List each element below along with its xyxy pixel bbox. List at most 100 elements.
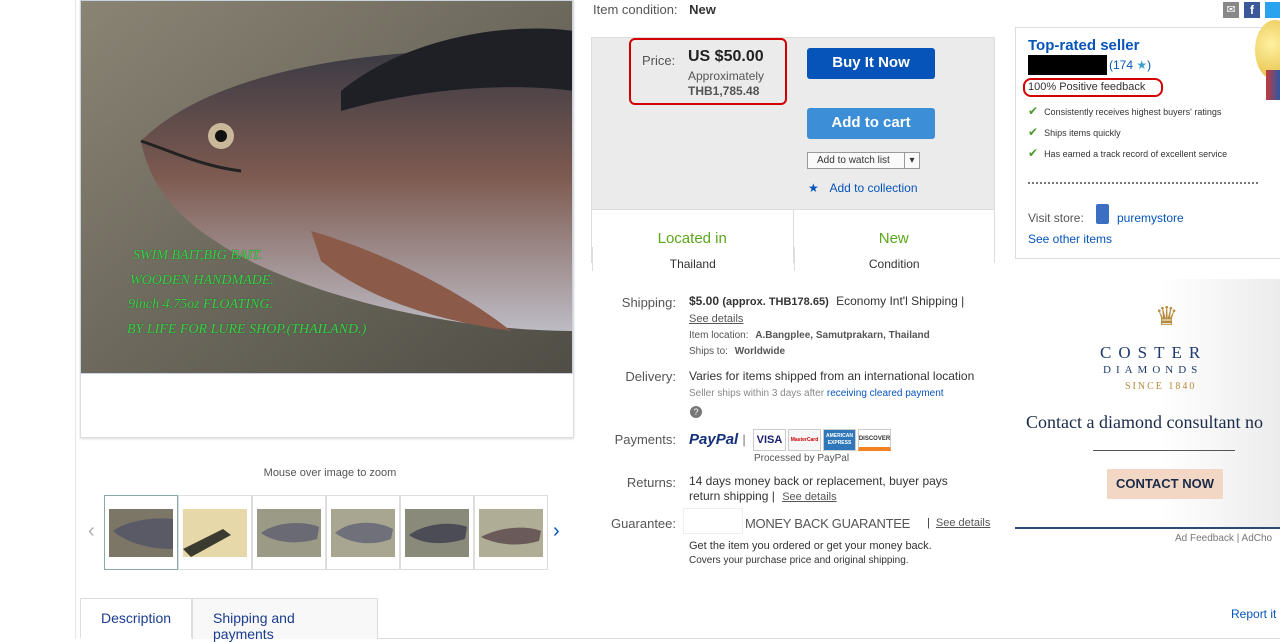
ad-divider bbox=[1093, 450, 1235, 451]
contact-now-button[interactable]: CONTACT NOW bbox=[1107, 469, 1223, 499]
condition-label: Item condition: bbox=[593, 2, 678, 17]
caption-line-3: 9inch 4.75oz FLOATING. bbox=[128, 297, 273, 312]
caption-line-1: SWIM BAIT,BIG BAIT. bbox=[133, 248, 263, 263]
buy-it-now-button[interactable]: Buy It Now bbox=[807, 48, 935, 79]
main-product-image[interactable] bbox=[80, 0, 573, 374]
located-in: Located in Thailand bbox=[592, 210, 793, 271]
guarantee-label: Guarantee: bbox=[610, 516, 676, 531]
thumbnail-6[interactable] bbox=[474, 495, 548, 570]
thumbnail-2[interactable] bbox=[178, 495, 252, 570]
seller-point-3: ✔ Has earned a track record of excellent … bbox=[1028, 146, 1228, 160]
guarantee-see-details-link[interactable]: See details bbox=[936, 517, 990, 529]
thumbnail-4[interactable] bbox=[326, 495, 400, 570]
condition-summary-title: New bbox=[878, 230, 909, 247]
guarantee-logo bbox=[683, 508, 743, 534]
located-title: Located in bbox=[657, 230, 727, 247]
add-to-collection-label: Add to collection bbox=[829, 181, 918, 195]
discover-logo: DISCOVER bbox=[858, 429, 891, 451]
help-icon[interactable]: ? bbox=[690, 406, 702, 418]
store-name-link[interactable]: puremystore bbox=[1117, 211, 1184, 225]
returns-see-details-link[interactable]: See details bbox=[782, 491, 836, 503]
condition-summary-sub: Condition bbox=[793, 247, 995, 271]
tab-shipping-payments[interactable]: Shipping and payments bbox=[192, 598, 378, 642]
seller-box: Top-rated seller (174 ★) 100% Positive f… bbox=[1015, 27, 1280, 259]
check-icon: ✔ bbox=[1028, 125, 1039, 139]
ad-feedback-link[interactable]: Ad Feedback bbox=[1175, 533, 1234, 544]
store-icon bbox=[1096, 204, 1109, 224]
see-other-items-link[interactable]: See other items bbox=[1028, 232, 1112, 246]
buy-box-footer: Located in Thailand New Condition bbox=[592, 209, 995, 271]
condition-value: New bbox=[689, 2, 716, 17]
paypal-logo: PayPal | bbox=[689, 431, 746, 448]
check-icon: ✔ bbox=[1028, 146, 1039, 160]
ships-to: Ships to: Worldwide bbox=[689, 346, 785, 357]
rating-star-icon: ★ bbox=[1136, 58, 1148, 72]
thumbnail-3[interactable] bbox=[252, 495, 326, 570]
approx-value: THB1,785.48 bbox=[688, 84, 760, 98]
delivery-label: Delivery: bbox=[625, 369, 676, 384]
top-rated-seller-title[interactable]: Top-rated seller bbox=[1028, 37, 1139, 54]
add-to-collection-link[interactable]: ★ Add to collection bbox=[808, 181, 918, 195]
seller-rating[interactable]: (174 ★) bbox=[1109, 58, 1151, 72]
returns-line-2-text: return shipping | bbox=[689, 489, 775, 503]
crown-icon: ♛ bbox=[1155, 301, 1179, 331]
visa-logo: VISA bbox=[753, 429, 786, 451]
facebook-share-icon[interactable]: f bbox=[1244, 2, 1260, 18]
zoom-hint: Mouse over image to zoom bbox=[263, 467, 397, 479]
approx-label: Approximately bbox=[688, 69, 765, 83]
shipping-see-details-link[interactable]: See details bbox=[689, 313, 743, 325]
advertisement[interactable]: ♛ COSTER DIAMONDS SINCE 1840 Contact a d… bbox=[1015, 279, 1280, 529]
feedback-highlight bbox=[1023, 78, 1163, 97]
caption-line-2: WOODEN HANDMADE. bbox=[130, 273, 274, 288]
returns-label: Returns: bbox=[626, 475, 676, 490]
ships-to-value: Worldwide bbox=[734, 346, 786, 357]
condition-summary: New Condition bbox=[792, 210, 995, 271]
add-to-watch-list-button[interactable]: Add to watch list ▾ bbox=[807, 152, 920, 169]
adchoices-link[interactable]: AdCho bbox=[1242, 533, 1273, 544]
seller-point-1: ✔ Consistently receives highest buyers' r… bbox=[1028, 104, 1222, 118]
item-location-label: Item location: bbox=[689, 330, 749, 341]
chevron-down-icon[interactable]: ▾ bbox=[904, 153, 919, 168]
paypal-text: PayPal bbox=[689, 431, 739, 448]
caption-line-4: BY LIFE FOR LURE SHOP.(THAILAND.) bbox=[127, 322, 367, 337]
payments-label: Payments: bbox=[614, 432, 676, 447]
report-item-link[interactable]: Report it bbox=[1231, 607, 1276, 621]
returns-line-1: 14 days money back or replacement, buyer… bbox=[689, 474, 948, 488]
divider bbox=[1028, 182, 1258, 184]
email-share-icon[interactable]: ✉ bbox=[1223, 2, 1239, 18]
processed-by-paypal: Processed by PayPal bbox=[754, 453, 850, 464]
thumbnail-1[interactable] bbox=[104, 495, 178, 570]
thumbnail-next-icon[interactable]: › bbox=[553, 520, 560, 543]
shipping-label: Shipping: bbox=[621, 295, 676, 310]
ad-brand-2: DIAMONDS bbox=[1103, 364, 1203, 376]
receiving-payment-link[interactable]: receiving cleared payment bbox=[827, 388, 944, 399]
twitter-share-icon[interactable] bbox=[1265, 2, 1280, 18]
tab-description[interactable]: Description bbox=[80, 598, 192, 639]
add-to-cart-button[interactable]: Add to cart bbox=[807, 108, 935, 139]
item-location-value: A.Bangplee, Samutprakarn, Thailand bbox=[755, 330, 930, 341]
guarantee-line-1: Get the item you ordered or get your mon… bbox=[689, 540, 932, 552]
ad-headline: Contact a diamond consultant no bbox=[1026, 412, 1263, 432]
ad-feedback: Ad Feedback | AdCho bbox=[1175, 533, 1273, 544]
thumbnail-prev-icon[interactable]: ‹ bbox=[88, 520, 95, 543]
seller-point-2: ✔ Ships items quickly bbox=[1028, 125, 1121, 139]
returns-line-2: return shipping | See details bbox=[689, 489, 837, 503]
ships-to-label: Ships to: bbox=[689, 346, 728, 357]
delivery-note: Seller ships within 3 days after receivi… bbox=[689, 388, 944, 399]
thumbnail-5[interactable] bbox=[400, 495, 474, 570]
shipping-price: $5.00 bbox=[689, 294, 720, 308]
shipping-line: $5.00 (approx. THB178.65) Economy Int'l … bbox=[689, 294, 964, 308]
amex-logo: AMERICAN EXPRESS bbox=[823, 429, 856, 451]
badge-ribbon-icon bbox=[1266, 70, 1280, 100]
item-location: Item location: A.Bangplee, Samutprakarn,… bbox=[689, 330, 930, 341]
ad-since: SINCE 1840 bbox=[1125, 381, 1197, 392]
left-gutter bbox=[0, 0, 76, 639]
price-value: US $50.00 bbox=[688, 48, 764, 65]
seller-name-redacted bbox=[1028, 55, 1107, 75]
ad-brand-1: COSTER bbox=[1100, 343, 1208, 362]
visit-store-label: Visit store: bbox=[1028, 211, 1084, 225]
delivery-note-text: Seller ships within 3 days after bbox=[689, 388, 825, 399]
guarantee-title: MONEY BACK GUARANTEE bbox=[745, 516, 910, 531]
item-condition: Item condition: New bbox=[593, 2, 716, 17]
card-logos: VISA MasterCard AMERICAN EXPRESS DISCOVE… bbox=[753, 429, 891, 451]
